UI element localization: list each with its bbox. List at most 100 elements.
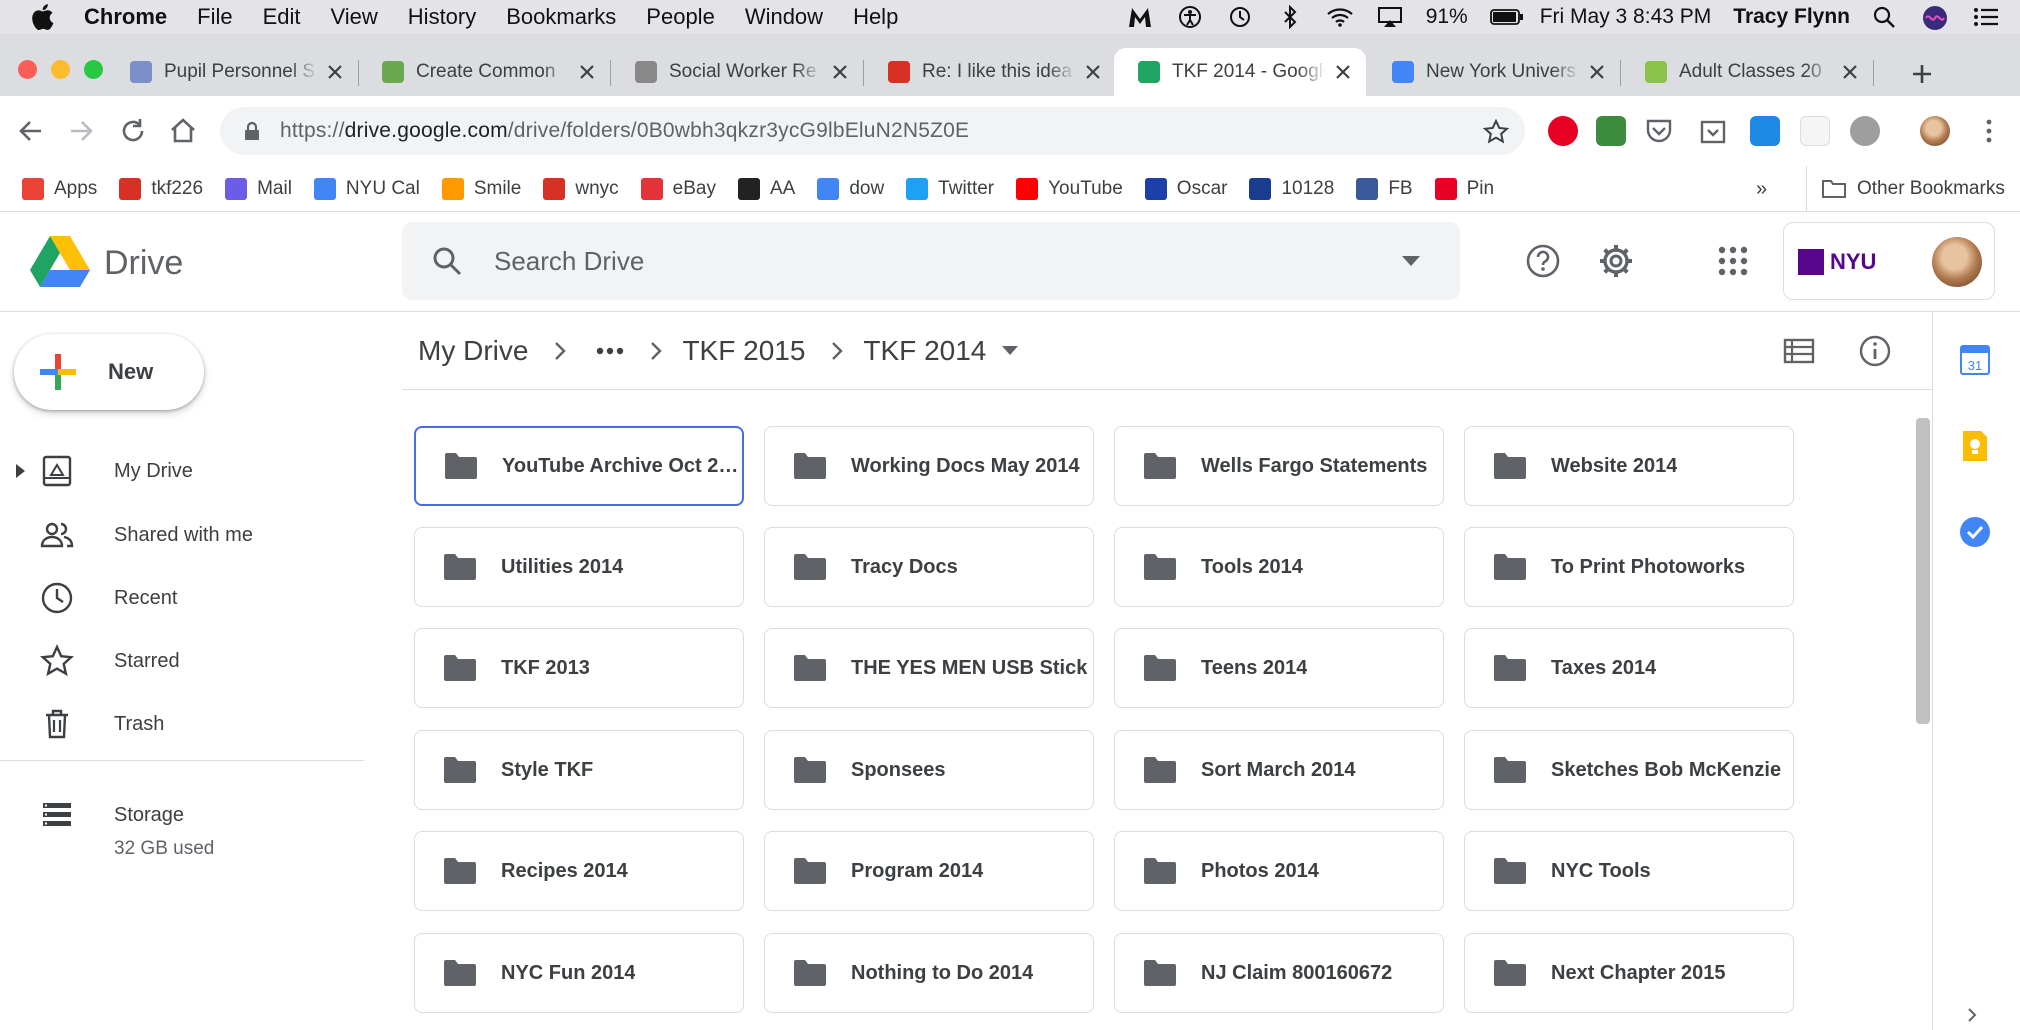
wifi-icon[interactable]	[1326, 5, 1354, 29]
address-bar[interactable]: https://drive.google.com/drive/folders/0…	[220, 107, 1525, 155]
folder-item[interactable]: Sponsees	[764, 730, 1094, 810]
folder-item[interactable]: Nothing to Do 2014	[764, 933, 1094, 1013]
back-arrow-icon[interactable]	[16, 116, 46, 146]
bookmark-item[interactable]: Apps	[22, 177, 97, 200]
close-tab-icon[interactable]	[831, 63, 849, 81]
ebay-extension-icon[interactable]	[1800, 116, 1830, 146]
menu-view[interactable]: View	[331, 4, 378, 30]
folder-item[interactable]: Teens 2014	[1114, 628, 1444, 708]
bluetooth-icon[interactable]	[1276, 5, 1304, 29]
folder-item[interactable]: Utilities 2014	[414, 527, 744, 607]
menu-people[interactable]: People	[646, 4, 715, 30]
notification-center-icon[interactable]	[1972, 5, 2000, 29]
search-icon[interactable]	[430, 244, 464, 278]
list-view-icon[interactable]	[1782, 334, 1816, 368]
folder-item[interactable]: Sketches Bob McKenzie	[1464, 730, 1794, 810]
folder-item[interactable]: Website 2014	[1464, 426, 1794, 506]
pocket-extension-icon[interactable]	[1644, 116, 1674, 146]
folder-item[interactable]: To Print Photoworks	[1464, 527, 1794, 607]
menubar-user[interactable]: Tracy Flynn	[1733, 5, 1850, 29]
folder-item[interactable]: Wells Fargo Statements	[1114, 426, 1444, 506]
new-button[interactable]: New	[14, 334, 204, 410]
bookmark-item[interactable]: eBay	[640, 177, 716, 200]
folder-item[interactable]: THE YES MEN USB Stick	[764, 628, 1094, 708]
other-bookmarks[interactable]: Other Bookmarks	[1806, 166, 2005, 212]
folder-item[interactable]: TKF 2013	[414, 628, 744, 708]
folder-item[interactable]: Sort March 2014	[1114, 730, 1444, 810]
bookmark-item[interactable]: Mail	[225, 177, 292, 200]
folder-item[interactable]: NYC Tools	[1464, 831, 1794, 911]
nav-item-my-drive[interactable]: My Drive	[0, 442, 366, 500]
breadcrumb-my-drive[interactable]: My Drive	[418, 335, 528, 367]
close-tab-icon[interactable]	[1084, 63, 1102, 81]
menu-help[interactable]: Help	[853, 4, 898, 30]
siri-icon[interactable]	[1922, 5, 1950, 30]
browser-tab[interactable]: TKF 2014 - Google Drive	[1114, 48, 1366, 96]
bookmark-item[interactable]: tkf226	[119, 177, 203, 200]
nav-item-recent[interactable]: Recent	[0, 569, 366, 627]
new-tab-button[interactable]	[1906, 58, 1938, 90]
expand-arrow-icon[interactable]	[14, 464, 26, 478]
google-drive-logo-icon[interactable]	[30, 234, 90, 288]
bookmark-item[interactable]: Smile	[441, 177, 521, 200]
browser-tab[interactable]: Adult Classes 20	[1621, 48, 1873, 96]
search-input[interactable]	[494, 245, 1394, 277]
forward-arrow-icon[interactable]	[66, 116, 96, 146]
extension-icon[interactable]	[1850, 116, 1880, 146]
menu-history[interactable]: History	[408, 4, 476, 30]
lock-icon[interactable]	[242, 121, 262, 141]
google-apps-grid-icon[interactable]	[1714, 242, 1752, 280]
browser-tab[interactable]: Create Common	[358, 48, 610, 96]
bookmark-item[interactable]: Oscar	[1144, 177, 1227, 200]
folder-item[interactable]: Recipes 2014	[414, 831, 744, 911]
bookmark-item[interactable]: Twitter	[906, 177, 994, 200]
close-tab-icon[interactable]	[578, 63, 596, 81]
folder-item[interactable]: Next Chapter 2015	[1464, 933, 1794, 1013]
menu-bookmarks[interactable]: Bookmarks	[506, 4, 616, 30]
chrome-menu-icon[interactable]	[1974, 116, 2004, 146]
menu-file[interactable]: File	[197, 4, 232, 30]
save-to-pocket-icon[interactable]	[1698, 116, 1728, 146]
nav-item-starred[interactable]: Starred	[0, 632, 366, 690]
browser-tab[interactable]: Social Worker Re	[611, 48, 863, 96]
info-icon[interactable]	[1858, 334, 1892, 368]
close-window-button[interactable]	[18, 60, 37, 79]
drive-product-name[interactable]: Drive	[104, 244, 183, 283]
search-options-dropdown-icon[interactable]	[1402, 256, 1420, 266]
close-tab-icon[interactable]	[1841, 63, 1859, 81]
home-icon[interactable]	[168, 116, 198, 146]
tasks-icon[interactable]	[1957, 514, 1993, 550]
s-extension-icon[interactable]	[1750, 116, 1780, 146]
folder-item[interactable]: Working Docs May 2014	[764, 426, 1094, 506]
accessibility-icon[interactable]	[1176, 5, 1204, 29]
close-tab-icon[interactable]	[1588, 63, 1606, 81]
bookmark-item[interactable]: NYU Cal	[313, 177, 420, 200]
folder-item[interactable]: YouTube Archive Oct 2014	[414, 426, 744, 506]
spotlight-search-icon[interactable]	[1872, 5, 1900, 29]
folder-item[interactable]: NYC Fun 2014	[414, 933, 744, 1013]
bookmark-star-icon[interactable]	[1483, 119, 1509, 145]
minimize-window-button[interactable]	[51, 60, 70, 79]
scrollbar-thumb[interactable]	[1916, 418, 1930, 724]
menu-edit[interactable]: Edit	[263, 4, 301, 30]
pinterest-extension-icon[interactable]	[1548, 116, 1578, 146]
browser-tab[interactable]: New York Univers	[1368, 48, 1620, 96]
chevron-right-icon[interactable]	[1965, 1008, 1979, 1022]
breadcrumb-tkf-2015[interactable]: TKF 2015	[682, 335, 805, 367]
reload-icon[interactable]	[118, 116, 148, 146]
bookmark-item[interactable]: Pin	[1434, 177, 1494, 200]
breadcrumb-current-folder[interactable]: TKF 2014	[863, 335, 986, 367]
folder-item[interactable]: Tracy Docs	[764, 527, 1094, 607]
browser-tab[interactable]: Pupil Personnel S	[106, 48, 358, 96]
calendar-icon[interactable]: 31	[1957, 342, 1993, 378]
time-machine-icon[interactable]	[1226, 5, 1254, 29]
bookmarks-overflow-chevron-icon[interactable]: »	[1756, 178, 1767, 201]
folder-item[interactable]: Taxes 2014	[1464, 628, 1794, 708]
apple-icon[interactable]	[30, 3, 58, 31]
menu-app-name[interactable]: Chrome	[84, 4, 167, 30]
close-tab-icon[interactable]	[326, 63, 344, 81]
folder-item[interactable]: Program 2014	[764, 831, 1094, 911]
settings-gear-icon[interactable]	[1597, 242, 1635, 280]
menu-window[interactable]: Window	[745, 4, 823, 30]
browser-tab[interactable]: Re: I like this idea	[864, 48, 1116, 96]
